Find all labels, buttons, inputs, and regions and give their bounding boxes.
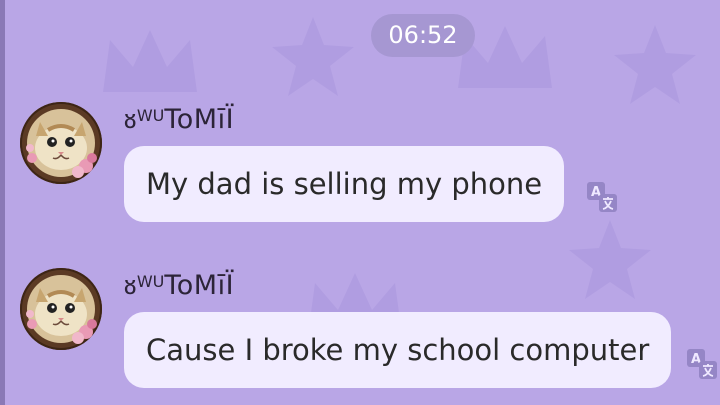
sender-name-rest: ToMīÏ xyxy=(164,270,235,301)
sender-name-superscript: WU xyxy=(136,106,165,125)
background-star-icon xyxy=(614,25,696,104)
message-bubble[interactable]: My dad is selling my phone xyxy=(124,146,565,222)
sender-name-prefix: ᴕ xyxy=(124,104,137,135)
translate-icon[interactable]: A xyxy=(684,346,720,382)
chat-message: ᴕWUToMīÏ Cause I broke my school compute… xyxy=(0,268,720,403)
background-star-icon xyxy=(272,17,354,96)
cat-avatar-icon[interactable] xyxy=(20,102,102,184)
sender-name-superscript: WU xyxy=(136,272,165,291)
message-bubble[interactable]: Cause I broke my school computer xyxy=(124,312,672,388)
sender-name-prefix: ᴕ xyxy=(124,270,137,301)
timestamp-pill: 06:52 xyxy=(371,14,475,57)
sender-name[interactable]: ᴕWUToMīÏ xyxy=(124,270,234,301)
chat-message: ᴕWUToMīÏ My dad is selling my phone A xyxy=(0,102,720,237)
sender-name-rest: ToMīÏ xyxy=(164,104,235,135)
sender-name[interactable]: ᴕWUToMīÏ xyxy=(124,104,234,135)
translate-icon[interactable]: A xyxy=(584,179,620,215)
cat-avatar-icon[interactable] xyxy=(20,268,102,350)
background-crown-icon xyxy=(103,30,197,92)
